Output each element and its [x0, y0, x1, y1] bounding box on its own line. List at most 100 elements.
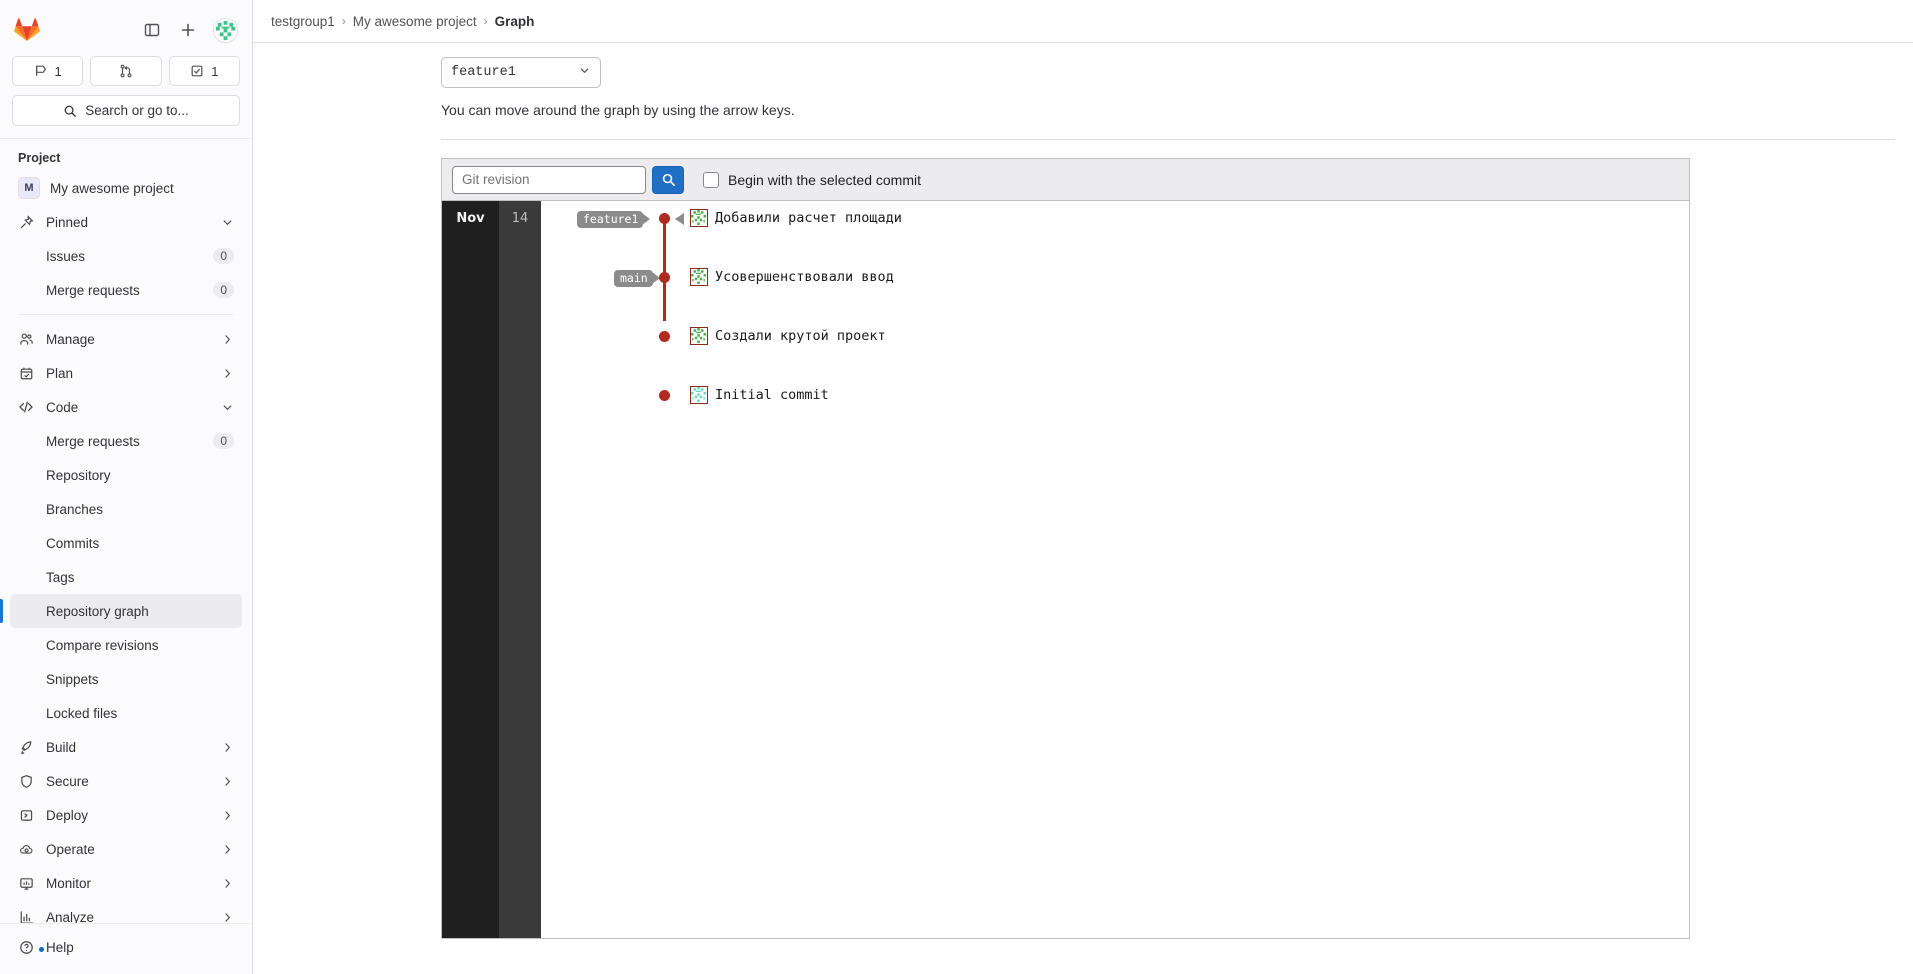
gitlab-logo-icon[interactable] — [14, 17, 40, 43]
todos-counter-value: 1 — [211, 64, 218, 79]
issues-counter[interactable]: 1 — [12, 56, 83, 86]
chevron-down-icon — [578, 64, 591, 82]
main-content: testgroup1 › My awesome project › Graph … — [253, 0, 1913, 974]
graph-helper-text: You can move around the graph by using t… — [441, 102, 1895, 118]
deploy-icon — [18, 807, 34, 823]
sidebar-item-code[interactable]: Code — [10, 390, 242, 424]
sidebar-item-repository-graph[interactable]: Repository graph — [10, 594, 242, 628]
sidebar-item-branches[interactable]: Branches — [10, 492, 242, 526]
sidebar-item-tags[interactable]: Tags — [10, 560, 242, 594]
sidebar-item-label: Manage — [46, 332, 221, 347]
todos-counter[interactable]: 1 — [169, 56, 240, 86]
sidebar-item-pinned[interactable]: Pinned — [10, 205, 242, 239]
commit-message[interactable]: Добавили расчет площади — [715, 210, 902, 226]
breadcrumb-item-project[interactable]: My awesome project — [353, 14, 477, 29]
sidebar-item-issues[interactable]: Issues 0 — [10, 239, 242, 273]
create-new-icon[interactable] — [177, 19, 199, 41]
sidebar-item-label: Merge requests — [46, 434, 213, 449]
sidebar-item-commits[interactable]: Commits — [10, 526, 242, 560]
sidebar-item-pinned-merge-requests[interactable]: Merge requests 0 — [10, 273, 242, 307]
sidebar-item-project[interactable]: M My awesome project — [10, 171, 242, 205]
sidebar-item-label: Secure — [46, 774, 221, 789]
sidebar-item-operate[interactable]: Operate — [10, 832, 242, 866]
sidebar-item-build[interactable]: Build — [10, 730, 242, 764]
breadcrumb-item-current[interactable]: Graph — [495, 14, 535, 29]
merge-requests-counter[interactable] — [90, 56, 161, 86]
shield-icon — [18, 773, 34, 789]
sidebar-item-manage[interactable]: Manage — [10, 322, 242, 356]
git-revision-input[interactable] — [452, 166, 646, 194]
search-input[interactable]: Search or go to... — [12, 95, 240, 126]
sidebar-item-monitor[interactable]: Monitor — [10, 866, 242, 900]
sidebar-item-label: Plan — [46, 366, 221, 381]
sidebar-nav: Project M My awesome project Pinned Issu… — [0, 139, 252, 923]
breadcrumb: testgroup1 › My awesome project › Graph — [253, 0, 1913, 43]
sidebar-item-deploy[interactable]: Deploy — [10, 798, 242, 832]
toggle-sidebar-icon[interactable] — [141, 19, 163, 41]
sidebar-bottom: Help — [0, 923, 252, 974]
graph-head-arrow-icon — [675, 213, 684, 225]
page-content: feature1 You can move around the graph b… — [253, 43, 1913, 974]
graph-commit-row[interactable]: feature1 — [541, 201, 1689, 231]
monitor-icon — [18, 875, 34, 891]
sidebar-item-repository[interactable]: Repository — [10, 458, 242, 492]
commit-author-avatar — [690, 386, 708, 404]
app-root: 1 1 — [0, 0, 1913, 974]
help-notification-dot — [39, 947, 44, 952]
graph-toolbar: Begin with the selected commit — [442, 159, 1689, 201]
sidebar-item-count: 0 — [213, 248, 234, 264]
begin-with-selected-commit-checkbox[interactable]: Begin with the selected commit — [703, 172, 921, 188]
sidebar-item-snippets[interactable]: Snippets — [10, 662, 242, 696]
user-avatar[interactable] — [213, 18, 238, 43]
sidebar-item-merge-requests[interactable]: Merge requests 0 — [10, 424, 242, 458]
chevron-right-icon — [221, 775, 234, 788]
sidebar-item-plan[interactable]: Plan — [10, 356, 242, 390]
users-icon — [18, 331, 34, 347]
breadcrumb-item-group[interactable]: testgroup1 — [271, 14, 335, 29]
sidebar-item-label: Monitor — [46, 876, 221, 891]
sidebar-item-help[interactable]: Help — [10, 930, 242, 964]
graph-commit-dot — [659, 213, 670, 224]
sidebar-item-secure[interactable]: Secure — [10, 764, 242, 798]
graph-commit-row[interactable]: main — [541, 231, 1689, 261]
chart-icon — [18, 909, 34, 923]
sidebar-item-label: Pinned — [46, 215, 221, 230]
chevron-right-icon — [221, 843, 234, 856]
sidebar-header-actions — [141, 18, 238, 43]
graph-search-button[interactable] — [652, 166, 684, 194]
sidebar-item-label: Branches — [46, 502, 234, 517]
checkbox-box[interactable] — [703, 172, 719, 188]
cloud-gear-icon — [18, 841, 34, 857]
ref-selector-dropdown[interactable]: feature1 — [441, 57, 601, 88]
sidebar-item-label: Code — [46, 400, 221, 415]
sidebar-top: 1 1 — [0, 0, 252, 126]
sidebar-logo-row — [10, 8, 242, 52]
sidebar-item-label: Build — [46, 740, 221, 755]
checkbox-label: Begin with the selected commit — [728, 172, 921, 188]
repository-graph-panel: Begin with the selected commit Nov 14 — [441, 158, 1690, 939]
chevron-right-icon — [221, 741, 234, 754]
sidebar-item-locked-files[interactable]: Locked files — [10, 696, 242, 730]
sidebar-item-compare-revisions[interactable]: Compare revisions — [10, 628, 242, 662]
sidebar-item-label: Issues — [46, 249, 213, 264]
chevron-right-icon — [221, 367, 234, 380]
sidebar-item-analyze[interactable]: Analyze — [10, 900, 242, 923]
sidebar-item-label: Deploy — [46, 808, 221, 823]
commit-message[interactable]: Создали крутой проект — [715, 328, 886, 344]
sidebar-counters: 1 1 — [10, 52, 242, 86]
issues-counter-value: 1 — [55, 64, 62, 79]
sidebar-item-label: Compare revisions — [46, 638, 234, 653]
project-avatar: M — [18, 177, 40, 199]
sidebar-item-label: Repository — [46, 468, 234, 483]
graph-commit-row[interactable]: Initial commit — [541, 291, 1689, 321]
question-circle-icon — [18, 939, 34, 955]
graph-commit-row[interactable]: Создали крутой проект — [541, 261, 1689, 291]
graph-canvas[interactable]: Nov 14 feature1 — [442, 201, 1689, 938]
commit-message[interactable]: Initial commit — [715, 387, 829, 403]
sidebar-section-title: Project — [10, 145, 242, 171]
branch-tag-feature1[interactable]: feature1 — [577, 211, 643, 228]
rocket-icon — [18, 739, 34, 755]
sidebar-item-label: Help — [46, 940, 234, 955]
content-inner: feature1 You can move around the graph b… — [253, 57, 1913, 939]
sidebar-item-count: 0 — [213, 282, 234, 298]
